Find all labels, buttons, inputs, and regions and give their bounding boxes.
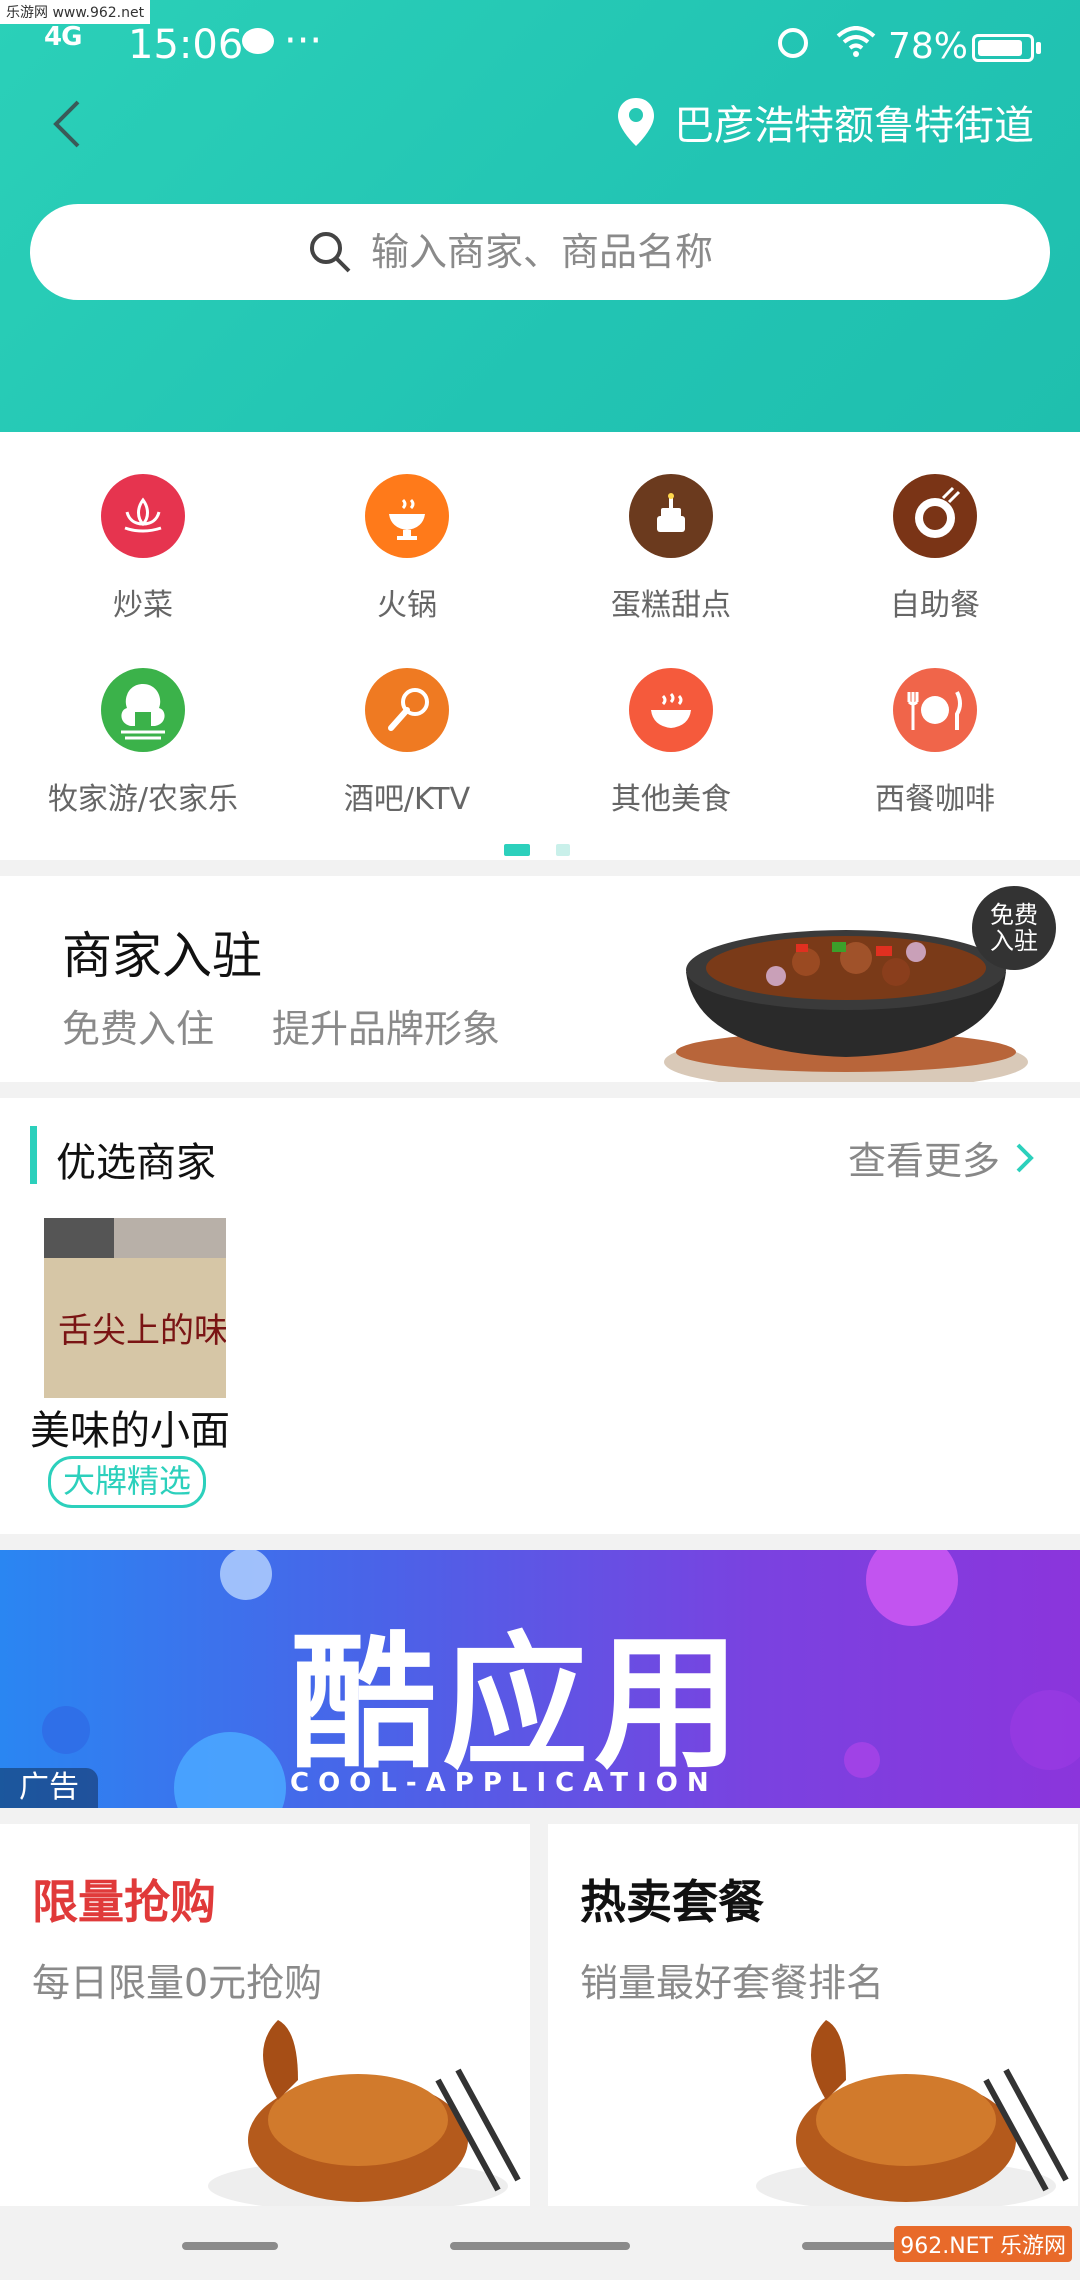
ad-title: 酷应用 <box>290 1619 746 1789</box>
nav-handle-center[interactable] <box>450 2242 630 2250</box>
ad-banner[interactable]: 酷应用 COOL-APPLICATION 广告 <box>0 1550 1080 1808</box>
category-hotpot[interactable]: 火锅 <box>272 474 542 624</box>
category-label: 自助餐 <box>890 588 980 623</box>
location-text: 巴彦浩特额鲁特街道 <box>674 103 1034 149</box>
category-label: 炒菜 <box>113 588 173 623</box>
category-western-coffee[interactable]: 西餐咖啡 <box>800 668 1070 818</box>
bowl-icon <box>629 668 713 752</box>
promo-card-hot-combos[interactable]: 热卖套餐 销量最好套餐排名 <box>548 1824 1078 2206</box>
battery-icon <box>972 34 1034 62</box>
promo-title: 热卖套餐 <box>580 1875 764 1929</box>
free-join-badge: 免费 入驻 <box>972 886 1056 970</box>
category-label: 其他美食 <box>611 782 731 817</box>
category-cake[interactable]: 蛋糕甜点 <box>536 474 806 624</box>
free-badge-line-2: 入驻 <box>990 927 1038 955</box>
battery-tip <box>1036 42 1041 54</box>
join-subtitle-1: 免费入住 <box>62 1007 215 1051</box>
alarm-icon <box>778 28 808 58</box>
category-label: 牧家游/农家乐 <box>47 782 239 817</box>
category-other-food[interactable]: 其他美食 <box>536 668 806 818</box>
search-bar[interactable] <box>30 204 1050 300</box>
category-label: 西餐咖啡 <box>875 782 995 817</box>
cake-icon <box>629 474 713 558</box>
section-title: 优选商家 <box>56 1140 216 1186</box>
plate-icon <box>893 474 977 558</box>
section-accent-bar <box>30 1126 37 1184</box>
more-notifications-icon: ··· <box>284 18 323 64</box>
wifi-icon <box>836 26 876 67</box>
hotpot-icon <box>365 474 449 558</box>
location-pin-icon <box>618 98 654 146</box>
category-label: 火锅 <box>377 588 437 623</box>
gesture-bar: 962.NET 乐游网 <box>0 2206 1080 2280</box>
nav-handle-right[interactable] <box>802 2242 898 2250</box>
category-grid: 炒菜 火锅 蛋糕甜点 自助餐 牧家游/农家乐 酒吧/KTV 其他美食 西餐咖啡 <box>0 432 1080 860</box>
back-button[interactable] <box>48 96 88 152</box>
featured-merchants-section: 优选商家 查看更多 舌尖上的味道 美味的小面 大牌精选 <box>0 1098 1080 1534</box>
category-stir-fry[interactable]: 炒菜 <box>8 474 278 624</box>
watermark-top-left: 乐游网 www.962.net <box>0 0 151 24</box>
nav-handle-left[interactable] <box>182 2242 278 2250</box>
shop-tag-badge: 大牌精选 <box>48 1456 207 1508</box>
category-label: 蛋糕甜点 <box>611 588 731 623</box>
chevron-left-icon <box>53 100 80 148</box>
network-indicator: 4G <box>44 22 82 52</box>
promo-card-flash-sale[interactable]: 限量抢购 每日限量0元抢购 <box>0 1824 530 2206</box>
chat-notification-icon <box>242 28 274 54</box>
ad-subtitle: COOL-APPLICATION <box>290 1768 718 1798</box>
microphone-icon <box>365 668 449 752</box>
farmhouse-icon <box>101 668 185 752</box>
join-title: 商家入驻 <box>62 927 262 985</box>
status-bar: 乐游网 www.962.net 4G 15:06 ··· 78% <box>0 0 1080 90</box>
chevron-right-icon <box>1016 1143 1034 1172</box>
status-time: 15:06 <box>128 22 244 68</box>
lotus-icon <box>101 474 185 558</box>
location-selector[interactable]: 巴彦浩特额鲁特街道 <box>616 90 1034 154</box>
search-icon <box>310 232 351 273</box>
battery-percent: 78% <box>888 26 969 67</box>
search-input[interactable] <box>369 229 773 275</box>
roast-chicken-image <box>756 2020 1069 2206</box>
roast-chicken-image <box>208 2020 521 2206</box>
promo-title: 限量抢购 <box>32 1875 216 1929</box>
category-farmhouse[interactable]: 牧家游/农家乐 <box>8 668 278 818</box>
watermark-bottom-right: 962.NET 乐游网 <box>894 2226 1072 2262</box>
category-buffet[interactable]: 自助餐 <box>800 474 1070 624</box>
merchant-join-banner[interactable]: 商家入驻 免费入住 提升品牌形象 免费 入驻 <box>0 876 1080 1082</box>
free-badge-line-1: 免费 <box>990 901 1038 929</box>
see-more-link[interactable]: 查看更多 <box>848 1130 1036 1185</box>
category-bar-ktv[interactable]: 酒吧/KTV <box>272 668 542 818</box>
shop-name[interactable]: 美味的小面 <box>30 1398 230 1456</box>
join-subtitle-2: 提升品牌形象 <box>272 1007 501 1051</box>
fork-knife-icon <box>893 668 977 752</box>
page-indicator <box>504 844 576 856</box>
category-label: 酒吧/KTV <box>343 782 471 817</box>
see-more-label: 查看更多 <box>848 1139 1001 1183</box>
thumbnail-text: 舌尖上的味道 <box>58 1311 226 1351</box>
ad-label: 广告 <box>0 1768 98 1808</box>
shop-thumbnail[interactable]: 舌尖上的味道 <box>44 1218 226 1398</box>
